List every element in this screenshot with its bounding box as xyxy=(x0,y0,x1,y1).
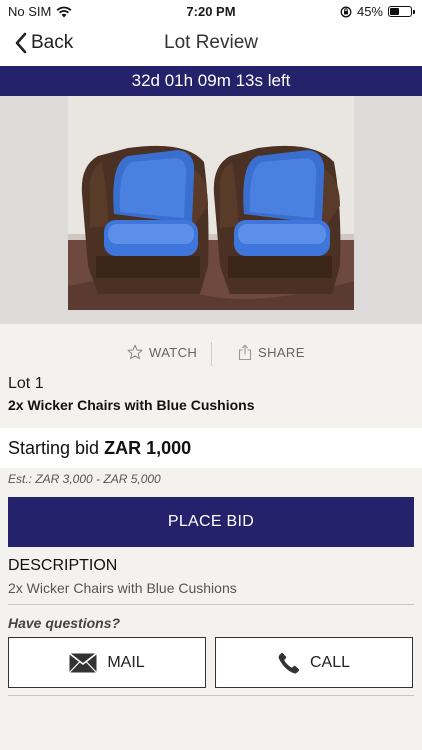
description-text: 2x Wicker Chairs with Blue Cushions xyxy=(8,580,237,596)
phone-icon xyxy=(278,652,300,673)
divider xyxy=(8,604,414,605)
status-right: 45% xyxy=(340,4,415,19)
orientation-lock-icon xyxy=(340,6,352,17)
page-title: Lot Review xyxy=(164,32,258,53)
call-button[interactable]: CALL xyxy=(215,637,413,688)
battery-icon xyxy=(388,6,415,17)
lot-actions: WATCH SHARE xyxy=(0,338,422,368)
lot-title: 2x Wicker Chairs with Blue Cushions xyxy=(8,397,255,413)
share-icon xyxy=(238,344,252,361)
description-heading: DESCRIPTION xyxy=(8,557,118,574)
nav-bar: Back Lot Review xyxy=(0,24,422,66)
watch-button[interactable]: WATCH xyxy=(127,344,197,360)
battery-percent: 45% xyxy=(356,4,383,19)
questions-label: Have questions? xyxy=(8,615,121,631)
lot-image-area xyxy=(0,96,422,324)
lot-number: Lot 1 xyxy=(8,375,44,392)
star-icon xyxy=(127,344,143,360)
lot-photo[interactable] xyxy=(68,96,354,310)
mail-label: MAIL xyxy=(107,653,145,671)
starting-bid-bar: Starting bid ZAR 1,000 xyxy=(0,428,422,468)
starting-bid-value: ZAR 1,000 xyxy=(104,438,192,458)
starting-bid-label: Starting bid xyxy=(8,438,100,458)
wicker-chairs-image xyxy=(68,96,354,310)
call-label: CALL xyxy=(309,653,351,671)
mail-button[interactable]: MAIL xyxy=(8,637,206,688)
share-button[interactable]: SHARE xyxy=(238,344,305,361)
battery-fill xyxy=(390,8,399,15)
status-bar: No SIM 7:20 PM 45% xyxy=(0,0,422,24)
estimate: Est.: ZAR 3,000 - ZAR 5,000 xyxy=(8,472,161,486)
mail-icon xyxy=(69,652,98,673)
actions-divider xyxy=(211,342,212,366)
countdown-banner: 32d 01h 09m 13s left xyxy=(0,66,422,96)
starting-bid: Starting bid ZAR 1,000 xyxy=(8,438,191,459)
watch-label: WATCH xyxy=(149,344,198,360)
share-label: SHARE xyxy=(258,345,305,360)
place-bid-button[interactable]: PLACE BID xyxy=(8,497,414,547)
divider xyxy=(8,695,414,696)
